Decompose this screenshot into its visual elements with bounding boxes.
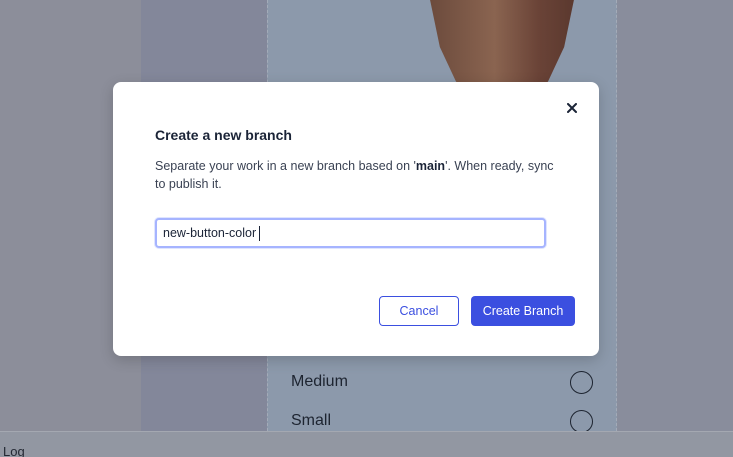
description-prefix: Separate your work in a new branch based… xyxy=(155,159,416,173)
dialog-title: Create a new branch xyxy=(155,127,292,143)
create-branch-button[interactable]: Create Branch xyxy=(471,296,575,326)
radio-button[interactable] xyxy=(570,409,593,433)
text-caret xyxy=(259,226,260,241)
close-icon xyxy=(567,103,577,113)
branch-name-input[interactable] xyxy=(157,220,544,246)
cancel-button[interactable]: Cancel xyxy=(379,296,459,326)
branch-name-field[interactable] xyxy=(155,218,546,248)
log-tab[interactable]: Log xyxy=(3,444,25,457)
size-option-label: Medium xyxy=(291,373,348,390)
radio-button[interactable] xyxy=(570,370,593,394)
dialog-description: Separate your work in a new branch based… xyxy=(155,157,555,193)
close-button[interactable] xyxy=(565,101,579,115)
bottom-bar: Log xyxy=(0,431,733,457)
base-branch-name: main xyxy=(415,159,446,173)
size-option-medium[interactable]: Medium xyxy=(291,369,593,395)
right-panel-backdrop xyxy=(617,0,733,431)
size-option-label: Small xyxy=(291,412,332,429)
create-branch-dialog: Create a new branch Separate your work i… xyxy=(113,82,599,356)
